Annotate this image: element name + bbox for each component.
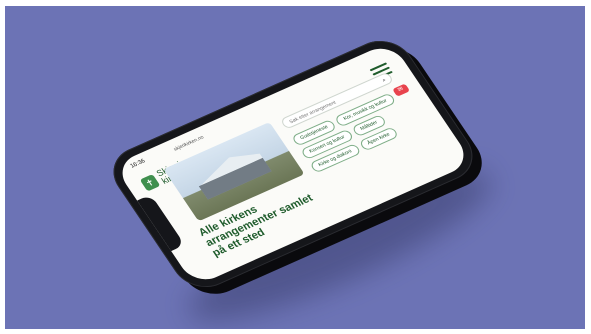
category-chips: Gudstjeneste Kor, musikk og kultur Konse… (291, 86, 429, 174)
status-time: 16:36 (129, 158, 147, 170)
phone-notch (136, 194, 185, 252)
search-icon[interactable]: ⌕ (379, 75, 389, 86)
product-mockup-scene: 16:36 skjerikirken.no ✝ Skjer i kirken A… (5, 6, 585, 329)
address-bar-url: skjerikirken.no (172, 134, 206, 153)
cross-leaf-icon: ✝ (139, 174, 161, 192)
phone-screen: 16:36 skjerikirken.no ✝ Skjer i kirken A… (113, 41, 473, 287)
